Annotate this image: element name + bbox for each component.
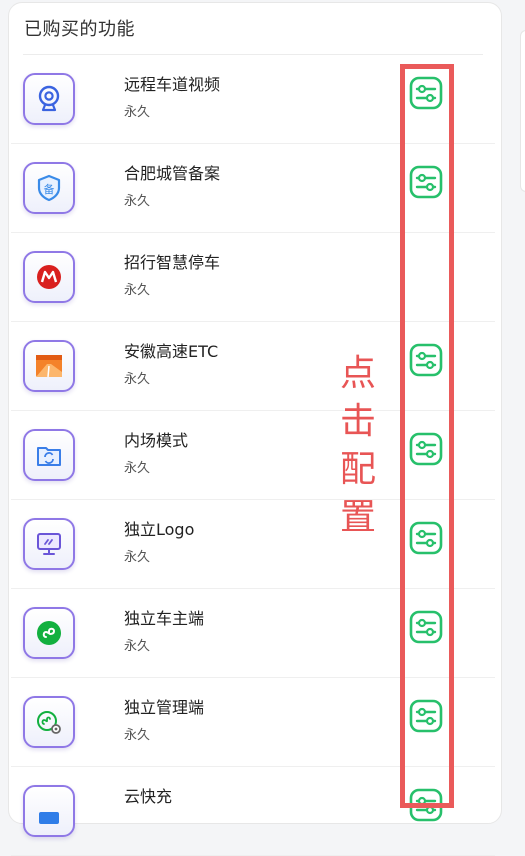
feature-name: 云快充 <box>124 787 173 806</box>
feature-duration: 永久 <box>124 639 151 654</box>
config-icon <box>409 343 443 377</box>
annotation-char: 配 <box>339 449 376 490</box>
feature-row-custom-logo[interactable]: 独立Logo 永久 <box>11 500 495 589</box>
config-icon <box>409 165 443 199</box>
feature-duration: 永久 <box>124 194 151 209</box>
feature-name: 招行智慧停车 <box>124 253 221 272</box>
feature-row-admin-app[interactable]: 独立管理端 永久 <box>11 678 495 767</box>
click-config-annotation: 点 击 配 置 <box>336 350 380 542</box>
svg-text:备: 备 <box>44 182 55 196</box>
feature-row-remote-lane-video[interactable]: 远程车道视频 永久 <box>11 55 495 144</box>
feature-name: 内场模式 <box>124 431 189 450</box>
feature-duration: 永久 <box>124 461 151 476</box>
monitor-icon <box>23 518 75 570</box>
feature-name: 远程车道视频 <box>124 75 221 94</box>
feature-duration: 永久 <box>124 728 151 743</box>
feature-row-hefei-registration[interactable]: 备 合肥城管备案 永久 <box>11 144 495 233</box>
config-icon <box>409 76 443 110</box>
config-icon <box>409 699 443 733</box>
config-button[interactable] <box>409 76 443 110</box>
config-icon <box>409 521 443 555</box>
config-button[interactable] <box>409 165 443 199</box>
feature-name: 独立车主端 <box>124 609 205 628</box>
feature-row-anhui-etc[interactable]: 安徽高速ETC 永久 <box>11 322 495 411</box>
feature-duration: 永久 <box>124 283 151 298</box>
feature-row-internal-mode[interactable]: 内场模式 永久 <box>11 411 495 500</box>
config-icon <box>409 610 443 644</box>
config-button[interactable] <box>409 343 443 377</box>
webcam-icon <box>23 73 75 125</box>
panel-title: 已购买的功能 <box>24 19 135 40</box>
mini-program-icon <box>23 607 75 659</box>
feature-name: 独立管理端 <box>124 698 205 717</box>
feature-row-cloud-charge[interactable]: 云快充 <box>11 767 495 856</box>
cloud-charge-icon <box>23 785 75 837</box>
feature-duration: 永久 <box>124 550 151 565</box>
config-button[interactable] <box>409 610 443 644</box>
config-button[interactable] <box>409 432 443 466</box>
config-icon <box>409 432 443 466</box>
feature-name: 独立Logo <box>124 520 195 539</box>
config-button[interactable] <box>409 521 443 555</box>
purchased-features-panel: 已购买的功能 远程车道视频 永久 备 合肥城管备案 永久 招行智慧停车 永久 安… <box>8 2 502 856</box>
annotation-char: 点 <box>339 353 376 394</box>
folder-sync-icon <box>23 429 75 481</box>
feature-row-cmb-parking[interactable]: 招行智慧停车 永久 <box>11 233 495 322</box>
mini-program-gear-icon <box>23 696 75 748</box>
feature-name: 安徽高速ETC <box>124 342 219 361</box>
feature-row-owner-app[interactable]: 独立车主端 永久 <box>11 589 495 678</box>
config-button[interactable] <box>409 788 443 822</box>
etc-card-icon <box>23 340 75 392</box>
feature-duration: 永久 <box>124 105 151 120</box>
annotation-char: 置 <box>339 497 376 538</box>
cmb-logo-icon <box>23 251 75 303</box>
feature-duration: 永久 <box>124 372 151 387</box>
feature-name: 合肥城管备案 <box>124 164 221 183</box>
shield-bei-icon: 备 <box>23 162 75 214</box>
config-icon <box>409 788 443 822</box>
annotation-char: 击 <box>339 401 376 442</box>
background-card-edge <box>520 30 525 192</box>
config-button[interactable] <box>409 699 443 733</box>
